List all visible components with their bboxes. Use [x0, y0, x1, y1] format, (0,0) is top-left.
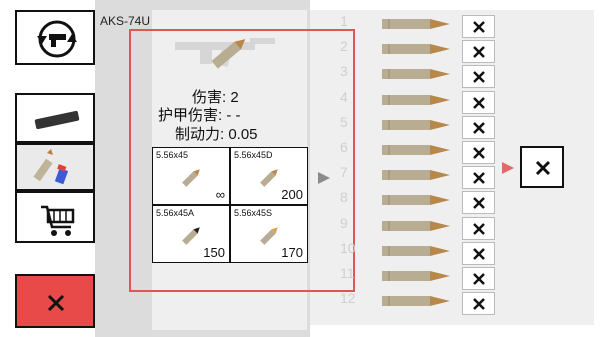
- slot-number: 12: [340, 290, 356, 307]
- slot-number: 5: [340, 113, 348, 130]
- close-icon: [473, 222, 485, 235]
- remove-round-button[interactable]: [462, 166, 495, 190]
- remove-round-button[interactable]: [462, 216, 495, 240]
- bullet-icon: [382, 245, 450, 256]
- ammo-option[interactable]: 5.56x45S 170: [231, 206, 307, 262]
- unload-button[interactable]: [520, 146, 564, 188]
- bullet-icon: [382, 220, 450, 231]
- bullet-icon: [382, 195, 450, 206]
- ammo-option[interactable]: 5.56x45 ∞: [153, 148, 229, 204]
- close-icon: [47, 294, 65, 312]
- slot-number: 9: [340, 214, 348, 231]
- bullet-icon: [382, 296, 450, 307]
- stopping-power-stat: 制动力: 0.05: [175, 126, 258, 143]
- bullet-icon: [382, 69, 450, 80]
- close-icon: [473, 147, 485, 159]
- ammo-quantity: 200: [281, 187, 303, 202]
- ammo-name: 5.56x45D: [234, 150, 273, 160]
- remove-round-button[interactable]: [462, 267, 495, 290]
- close-icon: [535, 160, 551, 176]
- remove-round-button[interactable]: [462, 90, 495, 114]
- pistol-swap-icon: [37, 20, 77, 58]
- slot-number: 11: [340, 265, 355, 281]
- slot-number: 8: [340, 189, 348, 206]
- arrow-right-icon: [318, 172, 330, 184]
- remove-round-button[interactable]: [462, 115, 495, 139]
- close-icon: [473, 298, 485, 311]
- close-icon: [473, 71, 485, 84]
- ammo-tab-button[interactable]: [15, 143, 95, 191]
- close-icon: [473, 197, 485, 210]
- slot-number: 6: [340, 139, 348, 155]
- ammo-icon: [33, 149, 69, 185]
- ammo-quantity: 150: [203, 245, 225, 260]
- remove-round-button[interactable]: [462, 141, 495, 164]
- suppressor-icon: [34, 110, 80, 130]
- remove-round-button[interactable]: [462, 191, 495, 215]
- bullet-icon: [382, 19, 450, 29]
- remove-round-button[interactable]: [462, 292, 495, 316]
- ammo-name: 5.56x45S: [234, 208, 273, 218]
- close-icon: [473, 273, 485, 285]
- close-icon: [473, 247, 485, 260]
- ammo-quantity: 170: [281, 245, 303, 260]
- slot-number: 4: [340, 88, 348, 105]
- remove-round-button[interactable]: [462, 65, 495, 89]
- bullet-icon: [382, 119, 450, 130]
- slot-number: 7: [340, 164, 348, 181]
- close-icon: [473, 96, 485, 109]
- slot-number: 2: [340, 38, 348, 55]
- arrow-right-icon: [502, 162, 514, 174]
- slot-number: 1: [340, 13, 348, 29]
- ammo-name: 5.56x45: [156, 150, 189, 160]
- armor-damage-stat: 护甲伤害: - -: [158, 107, 241, 124]
- ammo-option[interactable]: 5.56x45A 150: [153, 206, 229, 262]
- bullet-icon: [382, 145, 450, 155]
- close-icon: [473, 21, 485, 33]
- selected-bullet-icon: [211, 39, 246, 69]
- ammo-quantity: ∞: [215, 187, 225, 202]
- bullet-icon: [382, 44, 450, 55]
- shop-button[interactable]: [15, 191, 95, 243]
- bullet-icon: [382, 271, 450, 281]
- cart-icon: [41, 205, 75, 236]
- remove-round-button[interactable]: [462, 241, 495, 265]
- slot-number: 3: [340, 63, 348, 80]
- slot-number: 10: [340, 239, 356, 256]
- close-icon: [473, 46, 485, 59]
- ammo-name: 5.56x45A: [156, 208, 195, 218]
- remove-round-button[interactable]: [462, 15, 495, 38]
- bullet-icon: [382, 94, 450, 105]
- attachment-button[interactable]: [15, 93, 95, 143]
- weapon-name: AKS-74U: [100, 14, 151, 28]
- close-icon: [473, 121, 485, 134]
- close-button[interactable]: [15, 274, 95, 328]
- remove-round-button[interactable]: [462, 40, 495, 64]
- ammo-type-grid: 5.56x45 ∞ 5.56x45D 200 5.56x45A 150 5.56…: [152, 147, 308, 263]
- bullet-icon: [382, 170, 450, 181]
- close-icon: [473, 172, 485, 185]
- bullet-icon: [182, 169, 200, 187]
- ammo-option[interactable]: 5.56x45D 200: [231, 148, 307, 204]
- weapon-swap-button[interactable]: [15, 10, 95, 65]
